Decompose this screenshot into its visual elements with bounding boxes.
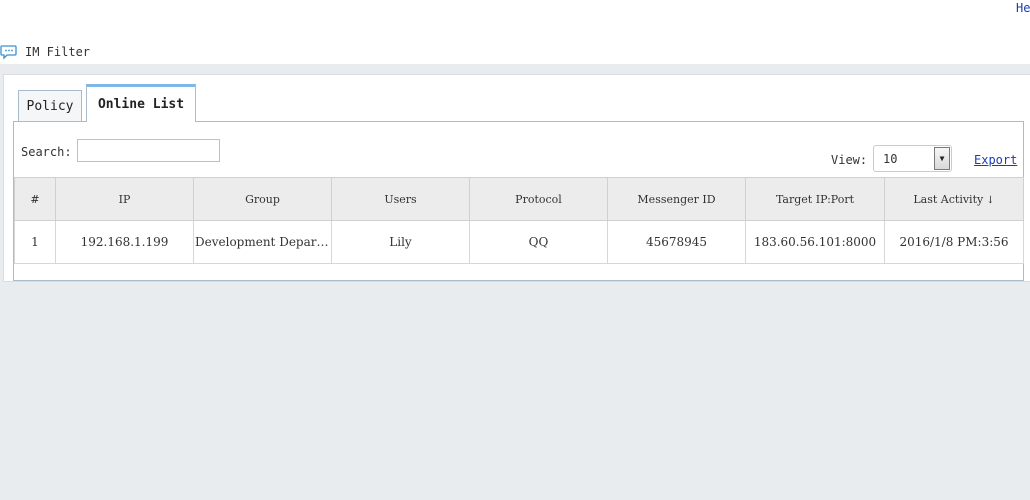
column-header-last-activity-label: Last Activity bbox=[913, 192, 984, 206]
column-header-index[interactable]: # bbox=[14, 177, 56, 221]
cell-ip: 192.168.1.199 bbox=[55, 220, 194, 264]
table-row[interactable]: 1 192.168.1.199 Development Department L… bbox=[14, 220, 1024, 264]
sort-descending-icon: ↓ bbox=[986, 194, 995, 206]
tab-policy[interactable]: Policy bbox=[18, 90, 82, 122]
view-select-value: 10 bbox=[883, 151, 898, 166]
cell-index: 1 bbox=[14, 220, 56, 264]
tab-online-list[interactable]: Online List bbox=[86, 84, 196, 122]
column-header-users[interactable]: Users bbox=[331, 177, 470, 221]
search-input[interactable] bbox=[77, 139, 220, 162]
cell-messenger-id: 45678945 bbox=[607, 220, 746, 264]
export-link[interactable]: Export bbox=[974, 153, 1017, 167]
view-label: View: bbox=[831, 153, 868, 167]
module-title-bar: IM Filter bbox=[0, 40, 1030, 64]
module-title: IM Filter bbox=[25, 45, 91, 59]
chevron-down-icon[interactable]: ▼ bbox=[934, 147, 950, 170]
column-header-last-activity[interactable]: Last Activity ↓ bbox=[884, 177, 1024, 221]
cell-protocol: QQ bbox=[469, 220, 608, 264]
chat-bubble-icon bbox=[0, 45, 17, 60]
column-header-messenger-id[interactable]: Messenger ID bbox=[607, 177, 746, 221]
online-list-table: # IP Group Users Protocol Messenger ID T… bbox=[14, 177, 1024, 264]
view-select[interactable]: 10 ▼ bbox=[873, 145, 952, 172]
cell-target: 183.60.56.101:8000 bbox=[745, 220, 885, 264]
column-header-ip[interactable]: IP bbox=[55, 177, 194, 221]
column-header-group[interactable]: Group bbox=[193, 177, 332, 221]
cell-users: Lily bbox=[331, 220, 470, 264]
column-header-target[interactable]: Target IP:Port bbox=[745, 177, 885, 221]
cell-group: Development Department bbox=[193, 220, 332, 264]
search-label: Search: bbox=[21, 145, 72, 159]
cell-last-activity: 2016/1/8 PM:3:56 bbox=[884, 220, 1024, 264]
help-link[interactable]: Help bbox=[1016, 1, 1030, 15]
column-header-protocol[interactable]: Protocol bbox=[469, 177, 608, 221]
table-header-row: # IP Group Users Protocol Messenger ID T… bbox=[14, 177, 1024, 221]
